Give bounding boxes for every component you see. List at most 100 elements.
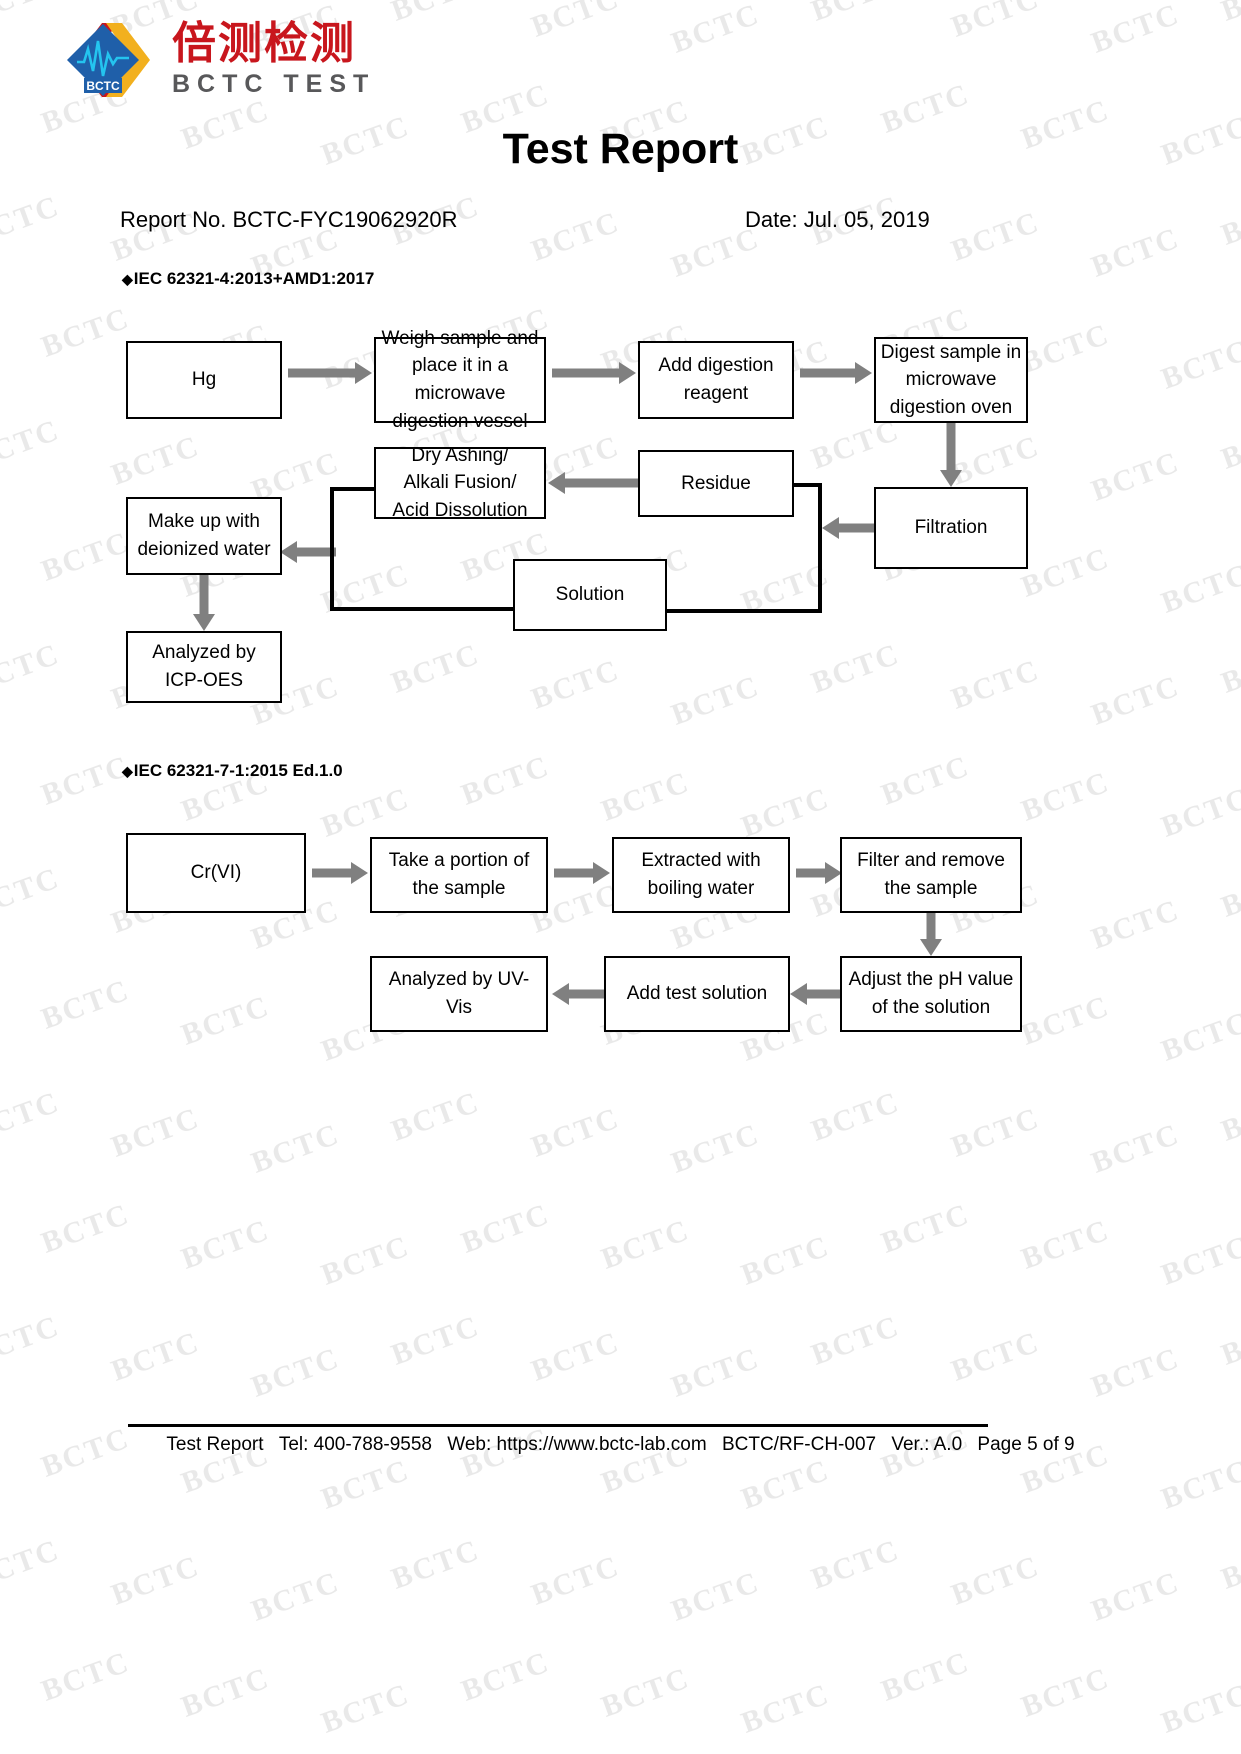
arrow-to-make-up xyxy=(280,541,336,563)
footer-form-no: BCTC/RF-CH-007 xyxy=(721,1434,877,1455)
watermark-text: BCTC xyxy=(1216,413,1241,476)
watermark-text: BCTC xyxy=(1086,893,1185,956)
watermark-text: BCTC xyxy=(736,781,835,844)
flow-node-filter-remove-sample: Filter and remove the sample xyxy=(840,837,1022,913)
watermark-text: BCTC xyxy=(1156,557,1241,620)
watermark-text: BCTC xyxy=(456,1197,555,1260)
watermark-text: BCTC xyxy=(36,749,135,812)
watermark-text: BCTC xyxy=(806,637,905,700)
page-title: Test Report xyxy=(502,125,739,173)
watermark-text: BCTC xyxy=(176,1213,275,1276)
connector-line-left-top xyxy=(330,487,378,491)
watermark-text: BCTC xyxy=(1086,0,1185,60)
watermark-text: BCTC xyxy=(1086,1565,1185,1628)
watermark-text: BCTC xyxy=(526,0,625,44)
watermark-text: BCTC xyxy=(806,1533,905,1596)
watermark-text: BCTC xyxy=(1156,1677,1241,1740)
watermark-text: BCTC xyxy=(106,1549,205,1612)
watermark-text: BCTC xyxy=(0,1085,65,1148)
watermark-text: BCTC xyxy=(876,1645,975,1708)
watermark-text: BCTC xyxy=(36,1197,135,1260)
flow-node-solution: Solution xyxy=(513,559,667,631)
watermark-text: BCTC xyxy=(666,669,765,732)
watermark-text: BCTC xyxy=(1086,221,1185,284)
arrow-makeup-to-icp xyxy=(193,575,215,631)
watermark-text: BCTC xyxy=(0,1309,65,1372)
watermark-text: BCTC xyxy=(246,1341,345,1404)
watermark-text: BCTC xyxy=(1156,1005,1241,1068)
watermark-text: BCTC xyxy=(1016,765,1115,828)
watermark-text: BCTC xyxy=(0,1533,65,1596)
report-number: Report No. BCTC-FYC19062920R xyxy=(120,207,458,232)
arrow-crvi-to-take-portion xyxy=(312,862,368,884)
flow-node-crvi: Cr(VI) xyxy=(126,833,306,913)
connector-line-left-vertical-2 xyxy=(330,487,334,611)
watermark-text: BCTC xyxy=(176,1661,275,1724)
watermark-text: BCTC xyxy=(386,637,485,700)
diamond-bullet-icon-2: ◆ xyxy=(122,763,133,779)
dry-ashing-line-1: Dry Ashing/ xyxy=(411,444,509,466)
watermark-text: BCTC xyxy=(1016,989,1115,1052)
watermark-text: BCTC xyxy=(316,781,415,844)
flow-node-take-portion: Take a portion of the sample xyxy=(370,837,548,913)
footer-web: Web: https://www.bctc-lab.com xyxy=(447,1434,707,1455)
watermark-text: BCTC xyxy=(1086,445,1185,508)
arrow-filter-to-adjust-ph xyxy=(920,913,942,956)
dry-ashing-line-3: Acid Dissolution xyxy=(392,499,528,521)
flow-node-hg: Hg xyxy=(126,341,282,419)
watermark-text: BCTC xyxy=(386,1533,485,1596)
arrow-residue-to-dry-ashing xyxy=(548,472,640,494)
watermark-text: BCTC xyxy=(1086,1341,1185,1404)
watermark-text: BCTC xyxy=(596,1661,695,1724)
watermark-text: BCTC xyxy=(736,1229,835,1292)
section-heading-iec-62321-4: ◆IEC 62321-4:2013+AMD1:2017 xyxy=(122,269,374,289)
arrow-extracted-to-filter xyxy=(796,862,842,884)
watermark-text: BCTC xyxy=(806,1085,905,1148)
watermark-text: BCTC xyxy=(526,205,625,268)
watermark-text: BCTC xyxy=(1156,333,1241,396)
flow-node-make-up-deionized-water: Make up with deionized water xyxy=(126,497,282,575)
report-date: Date: Jul. 05, 2019 xyxy=(745,207,930,232)
watermark-text: BCTC xyxy=(36,1645,135,1708)
connector-line-junction-to-residue xyxy=(792,483,822,487)
arrow-digest-to-filtration xyxy=(940,423,962,487)
watermark-text: BCTC xyxy=(387,0,484,29)
watermark-text: BCTC xyxy=(246,1117,345,1180)
arrow-reagent-to-digest xyxy=(800,362,872,384)
watermark-text: BCTC xyxy=(1216,637,1241,700)
watermark-text: BCTC xyxy=(1016,1661,1115,1724)
watermark-text: BCTC xyxy=(1156,1453,1241,1516)
arrow-weigh-to-reagent xyxy=(552,362,636,384)
watermark-text: BCTC xyxy=(176,989,275,1052)
watermark-text: BCTC xyxy=(1086,669,1185,732)
watermark-text: BCTC xyxy=(106,429,205,492)
logo-wordmark: 倍测检测 BCTC TEST xyxy=(172,20,376,99)
watermark-text: BCTC xyxy=(36,525,135,588)
arrow-hg-to-weigh xyxy=(288,362,372,384)
footer-divider xyxy=(128,1424,988,1427)
flow-node-dry-ashing: Dry Ashing/ Alkali Fusion/ Acid Dissolut… xyxy=(374,445,546,521)
arrow-take-portion-to-extracted xyxy=(554,862,610,884)
flow-node-adjust-ph: Adjust the pH value of the solution xyxy=(840,956,1022,1032)
arrow-add-test-solution-to-analyzed xyxy=(552,983,608,1005)
dry-ashing-line-2: Alkali Fusion/ xyxy=(403,472,517,494)
diamond-bullet-icon: ◆ xyxy=(122,271,133,287)
watermark-text: BCTC xyxy=(946,205,1045,268)
watermark-text: BCTC xyxy=(1016,317,1115,380)
logo-english-name: BCTC TEST xyxy=(172,70,376,99)
watermark-text: BCTC xyxy=(1216,189,1241,252)
arrow-adjust-ph-to-add-test-solution xyxy=(790,983,844,1005)
watermark-text: BCTC xyxy=(946,1325,1045,1388)
footer-page-number: Page 5 of 9 xyxy=(977,1434,1075,1455)
flow-node-digest-sample: Digest sample in microwave digestion ove… xyxy=(874,337,1028,423)
watermark-text: BCTC xyxy=(526,1549,625,1612)
section-heading-iec-62321-7-1: ◆IEC 62321-7-1:2015 Ed.1.0 xyxy=(122,761,343,781)
footer-version: Ver.: A.0 xyxy=(891,1434,963,1455)
watermark-text: BCTC xyxy=(316,1453,415,1516)
watermark-text: BCTC xyxy=(666,0,765,60)
flow-node-extracted-boiling-water: Extracted with boiling water xyxy=(612,837,790,913)
watermark-text: BCTC xyxy=(946,653,1045,716)
watermark-text: BCTC xyxy=(1086,1117,1185,1180)
watermark-text: BCTC xyxy=(666,1565,765,1628)
watermark-text: BCTC xyxy=(946,0,1045,44)
